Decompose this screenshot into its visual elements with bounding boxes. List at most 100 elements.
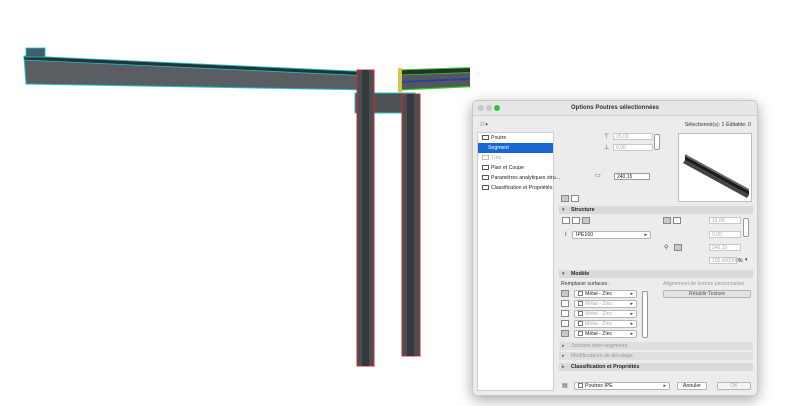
disclosure-icon: ▸ bbox=[562, 343, 565, 349]
tree-item-tres[interactable]: Trés bbox=[478, 153, 553, 163]
section-label: Structure bbox=[571, 207, 595, 213]
anchor-icon: ⚲ bbox=[664, 245, 669, 251]
top-elevation-field[interactable]: 15,00 bbox=[613, 133, 653, 140]
right-offset-field[interactable]: 0,00 bbox=[709, 231, 741, 238]
straight-beam-button[interactable] bbox=[663, 217, 671, 224]
profile-view-tab[interactable] bbox=[571, 195, 579, 202]
i-profile-icon: I bbox=[565, 232, 567, 238]
settings-tree: Poutre Segment Trés Plan et Coupe Paramè… bbox=[477, 132, 560, 391]
grid-icon bbox=[482, 155, 489, 161]
classification-icon bbox=[482, 185, 489, 191]
tree-item-label: Plan et Coupe bbox=[491, 165, 524, 171]
override-surfaces-label: Remplacer surfaces : bbox=[561, 281, 611, 287]
reset-texture-button[interactable]: Rétablir Texture bbox=[663, 290, 751, 298]
modifiers-section-header[interactable]: ▸ Modificateurs de décalage bbox=[559, 352, 753, 360]
ok-button[interactable]: OK bbox=[717, 382, 751, 390]
percentage-field[interactable]: 100,0000000 bbox=[709, 257, 741, 264]
section-label: Classification et Propriétés bbox=[571, 364, 640, 370]
chevron-right-icon: ▸ bbox=[630, 311, 633, 317]
disclosure-icon: ▸ bbox=[562, 353, 565, 359]
dialog-titlebar: Options Poutres sélectionnées bbox=[473, 101, 757, 116]
length-secondary-field[interactable]: 240,15 bbox=[709, 244, 741, 251]
chevron-right-icon: ▸ bbox=[630, 321, 633, 327]
tree-item-classification[interactable]: Classification et Propriétés bbox=[478, 183, 553, 193]
surface-select-1[interactable]: Métal - Zinc ▸ bbox=[574, 290, 637, 298]
right-height-field[interactable]: 15,00 bbox=[709, 217, 741, 224]
length-icon: ▭ bbox=[595, 173, 601, 179]
section-label: Modificateurs de décalage bbox=[571, 353, 633, 359]
tapered-beam-button[interactable] bbox=[673, 217, 681, 224]
material-swatch bbox=[578, 291, 583, 297]
surface-override-toggle-1[interactable] bbox=[561, 290, 569, 297]
selection-info: Sélectionné(s): 1 Éditable: 0 bbox=[684, 122, 751, 128]
disclosure-icon: ▾ bbox=[562, 207, 565, 213]
rectangular-shape-button[interactable] bbox=[562, 217, 570, 224]
surface-override-toggle-2[interactable] bbox=[561, 300, 569, 307]
beam-preview-image bbox=[683, 154, 749, 198]
cancel-button[interactable]: Annuler bbox=[677, 382, 707, 390]
disclosure-icon: ▸ bbox=[562, 364, 565, 370]
model-section-header[interactable]: ▾ Modèle bbox=[559, 270, 753, 278]
surface-select-4[interactable]: Métal - Zinc ▸ bbox=[574, 320, 637, 328]
structure-section-header[interactable]: ▾ Structure bbox=[559, 206, 753, 214]
tree-item-segment[interactable]: Segment bbox=[478, 143, 553, 153]
material-swatch bbox=[578, 301, 583, 307]
tree-item-analytics[interactable]: Paramètres analytiques stru... bbox=[478, 173, 560, 183]
beam-options-dialog: Options Poutres sélectionnées ☆▾ Sélecti… bbox=[472, 100, 758, 396]
chevron-right-icon: ▸ bbox=[644, 232, 647, 238]
profile-label: IPE160 bbox=[576, 232, 594, 238]
length-field[interactable]: 240,15 bbox=[614, 173, 650, 180]
surface-label: Métal - Zinc bbox=[585, 321, 613, 327]
surface-label: Métal - Zinc bbox=[585, 291, 613, 297]
surface-select-5[interactable]: Métal - Zinc ▸ bbox=[574, 330, 637, 338]
surface-label: Métal - Zinc bbox=[585, 311, 613, 317]
surface-label: Métal - Zinc bbox=[585, 301, 613, 307]
material-swatch bbox=[578, 321, 583, 327]
profile-shape-button[interactable] bbox=[582, 217, 590, 224]
chevron-right-icon: ▸ bbox=[630, 301, 633, 307]
tree-item-label: Paramètres analytiques stru... bbox=[491, 175, 560, 181]
tree-item-poutre[interactable]: Poutre bbox=[478, 133, 553, 143]
profile-select[interactable]: IPE160 ▸ bbox=[572, 231, 651, 239]
link-right-fields-toggle[interactable] bbox=[743, 218, 749, 237]
analytics-icon bbox=[482, 175, 489, 181]
beam-icon bbox=[482, 135, 489, 141]
disclosure-icon: ▾ bbox=[562, 271, 565, 277]
plan-section-icon bbox=[482, 165, 489, 171]
chevron-down-icon[interactable]: ▾ bbox=[745, 257, 748, 263]
chevron-right-icon: ▸ bbox=[630, 291, 633, 297]
jonction-section-header[interactable]: ▸ Jonction inter-segments bbox=[559, 342, 753, 350]
section-label: Modèle bbox=[571, 271, 590, 277]
chevron-right-icon: ▸ bbox=[630, 331, 633, 337]
favorite-swatch bbox=[578, 383, 583, 389]
favorite-label: Poutres IPE bbox=[585, 383, 613, 389]
beam-3d-view[interactable] bbox=[0, 0, 470, 406]
tree-item-label: Segment bbox=[488, 145, 509, 151]
surface-override-toggle-4[interactable] bbox=[561, 320, 569, 327]
link-elevations-toggle[interactable] bbox=[654, 134, 660, 150]
bottom-elevation-field[interactable]: 0,00 bbox=[613, 144, 653, 151]
model-viewport[interactable]: Options Poutres sélectionnées ☆▾ Sélecti… bbox=[0, 0, 799, 406]
favorite-select[interactable]: Poutres IPE ▸ bbox=[574, 382, 670, 390]
surface-override-toggle-5[interactable] bbox=[561, 330, 569, 337]
chevron-down-icon: ▾ bbox=[485, 122, 488, 128]
surface-override-toggle-3[interactable] bbox=[561, 310, 569, 317]
circular-shape-button[interactable] bbox=[572, 217, 580, 224]
surface-select-2[interactable]: Métal - Zinc ▸ bbox=[574, 300, 637, 308]
percent-label: % bbox=[738, 258, 743, 264]
surface-select-3[interactable]: Métal - Zinc ▸ bbox=[574, 310, 637, 318]
top-elevation-icon: ⊤ bbox=[604, 134, 610, 140]
bottom-elevation-icon: ⊥ bbox=[604, 145, 610, 151]
material-swatch bbox=[578, 331, 583, 337]
tree-item-plan-coupe[interactable]: Plan et Coupe bbox=[478, 163, 553, 173]
favorites-button[interactable]: ☆▾ bbox=[479, 120, 488, 128]
link-surfaces-toggle[interactable] bbox=[642, 291, 648, 338]
tree-item-label: Classification et Propriétés bbox=[491, 185, 553, 191]
favorites-icon: ▤ bbox=[562, 383, 568, 389]
angle-button[interactable] bbox=[674, 244, 682, 251]
classification-section-header[interactable]: ▸ Classification et Propriétés bbox=[559, 363, 753, 371]
tree-item-label: Trés bbox=[491, 155, 502, 161]
segment-view-tab[interactable] bbox=[561, 195, 569, 202]
section-label: Jonction inter-segments bbox=[571, 343, 628, 349]
texture-alignment-label: Alignement de texture personnalisé bbox=[663, 281, 745, 287]
